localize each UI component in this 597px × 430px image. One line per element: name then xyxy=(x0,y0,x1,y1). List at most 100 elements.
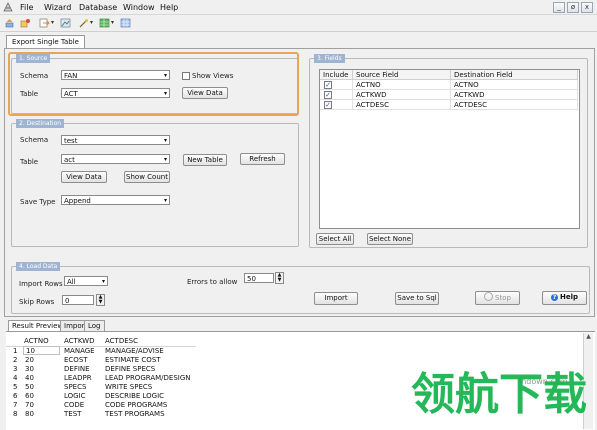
chevron-down-icon[interactable]: ▾ xyxy=(111,18,114,28)
preview-cell[interactable]: CODE PROGRAMS xyxy=(105,401,167,409)
import-rows-combo[interactable]: All ▾ xyxy=(64,276,108,286)
skip-rows-spinner[interactable]: ▲ ▼ xyxy=(96,294,105,306)
wand-icon[interactable] xyxy=(78,18,89,28)
scroll-up-icon[interactable]: ▲ xyxy=(584,333,593,340)
source-schema-combo[interactable]: FAN ▾ xyxy=(61,70,170,80)
include-checkbox[interactable]: ✓ xyxy=(324,91,332,99)
dest-table-combo[interactable]: act ▾ xyxy=(61,154,170,164)
chevron-down-icon[interactable]: ▾ xyxy=(90,18,93,28)
show-count-button[interactable]: Show Count xyxy=(124,171,170,183)
menu-window[interactable]: Window xyxy=(123,3,155,12)
import-button[interactable]: Import xyxy=(314,292,358,305)
include-checkbox[interactable]: ✓ xyxy=(324,81,332,89)
fields-grid: Include Source Field Destination Field ✓… xyxy=(319,69,580,229)
toolbar: ▾ ▾ ▾ xyxy=(0,15,597,32)
fields-row-source: ACTKWD xyxy=(353,90,451,100)
errors-spinner[interactable]: ▲ ▼ xyxy=(275,272,284,284)
stop-icon xyxy=(484,292,494,301)
preview-cell[interactable]: ESTIMATE COST xyxy=(105,356,161,364)
row-number: 3 xyxy=(13,365,18,373)
row-number: 4 xyxy=(13,374,18,382)
save-type-label: Save Type xyxy=(20,198,56,206)
preview-cell[interactable]: 70 xyxy=(25,401,34,409)
tab-export-single-table[interactable]: Export Single Table xyxy=(6,35,85,49)
preview-cell[interactable]: SPECS xyxy=(64,383,86,391)
spreadsheet-icon[interactable] xyxy=(99,18,110,28)
restore-button[interactable]: ø xyxy=(567,2,579,13)
preview-cell[interactable]: 40 xyxy=(25,374,34,382)
refresh-button[interactable]: Refresh xyxy=(240,153,285,165)
chevron-down-icon: ▾ xyxy=(163,156,167,163)
upload-icon[interactable] xyxy=(4,18,15,28)
new-table-button[interactable]: New Table xyxy=(183,154,227,166)
dest-view-data-button[interactable]: View Data xyxy=(61,171,107,183)
preview-cell[interactable]: WRITE SPECS xyxy=(105,383,152,391)
stop-button-label: Stop xyxy=(495,294,511,302)
help-icon: ? xyxy=(550,294,558,301)
row-number: 7 xyxy=(13,401,18,409)
preview-cell[interactable]: MANAGE/ADVISE xyxy=(105,347,164,355)
preview-cell[interactable]: LEAD PROGRAM/DESIGN xyxy=(105,374,191,382)
preview-cell[interactable]: DEFINE xyxy=(64,365,90,373)
stop-button[interactable]: Stop xyxy=(475,291,520,305)
save-to-sql-button[interactable]: Save to Sql xyxy=(395,292,439,305)
dest-schema-value: test xyxy=(64,137,78,145)
close-button[interactable]: x xyxy=(581,2,593,13)
errors-to-allow-input[interactable]: 50 xyxy=(244,273,274,283)
fields-row-dest[interactable]: ACTKWD xyxy=(451,90,578,100)
preview-cell[interactable]: DESCRIBE LOGIC xyxy=(105,392,164,400)
image-icon[interactable] xyxy=(60,18,71,28)
save-type-value: Append xyxy=(64,197,91,205)
preview-cell[interactable]: TEST xyxy=(64,410,81,418)
help-button[interactable]: ? Help xyxy=(542,291,587,305)
preview-cell[interactable]: 30 xyxy=(25,365,34,373)
source-table-label: Table xyxy=(20,90,39,98)
import-rows-label: Import Rows xyxy=(19,280,63,288)
source-table-combo[interactable]: ACT ▾ xyxy=(61,88,170,98)
preview-cell[interactable]: 60 xyxy=(25,392,34,400)
minimize-button[interactable]: _ xyxy=(553,2,565,13)
preview-cell[interactable]: TEST PROGRAMS xyxy=(105,410,165,418)
fields-row-dest[interactable]: ACTNO xyxy=(451,80,578,90)
preview-cell[interactable]: 50 xyxy=(25,383,34,391)
export-icon[interactable] xyxy=(39,18,50,28)
dest-schema-combo[interactable]: test ▾ xyxy=(61,135,170,145)
menu-database[interactable]: Database xyxy=(79,3,117,12)
source-highlight xyxy=(8,52,299,116)
select-none-button[interactable]: Select None xyxy=(367,233,413,245)
skip-rows-input[interactable]: 0 xyxy=(62,295,94,305)
dest-schema-label: Schema xyxy=(20,136,49,144)
select-all-button[interactable]: Select All xyxy=(316,233,354,245)
destination-group-title: 2. Destination xyxy=(16,119,65,128)
show-views-checkbox[interactable] xyxy=(182,72,190,80)
grid-icon[interactable] xyxy=(120,18,131,28)
chevron-down-icon: ▾ xyxy=(163,137,167,144)
preview-cell[interactable]: ECOST xyxy=(64,356,88,364)
menu-file[interactable]: File xyxy=(20,3,33,12)
wizard-icon[interactable] xyxy=(20,18,31,28)
fields-group-title: 3. Fields xyxy=(314,54,345,63)
preview-cell[interactable]: MANAGE xyxy=(64,347,95,355)
source-schema-label: Schema xyxy=(20,72,49,80)
row-number: 6 xyxy=(13,392,18,400)
menu-wizard[interactable]: Wizard xyxy=(44,3,71,12)
chevron-down-icon[interactable]: ▾ xyxy=(51,18,54,28)
dest-table-value: act xyxy=(64,156,75,164)
import-rows-value: All xyxy=(67,278,76,286)
menu-help[interactable]: Help xyxy=(160,3,178,12)
preview-cell[interactable]: 20 xyxy=(25,356,34,364)
chevron-down-icon: ▾ xyxy=(163,90,167,97)
preview-cell[interactable]: LOGIC xyxy=(64,392,86,400)
preview-cell[interactable]: CODE xyxy=(64,401,84,409)
preview-cell-selected[interactable]: 10 xyxy=(23,346,60,355)
fields-row-include: ✓ xyxy=(320,80,353,90)
include-checkbox[interactable]: ✓ xyxy=(324,101,332,109)
preview-cell[interactable]: 80 xyxy=(25,410,34,418)
preview-cell[interactable]: DEFINE SPECS xyxy=(105,365,155,373)
save-type-combo[interactable]: Append ▾ xyxy=(61,195,170,205)
chevron-down-icon: ▾ xyxy=(163,197,167,204)
source-view-data-button[interactable]: View Data xyxy=(182,87,228,99)
dest-table-label: Table xyxy=(20,158,39,166)
fields-row-dest[interactable]: ACTDESC xyxy=(451,100,578,110)
preview-cell[interactable]: LEADPR xyxy=(64,374,92,382)
